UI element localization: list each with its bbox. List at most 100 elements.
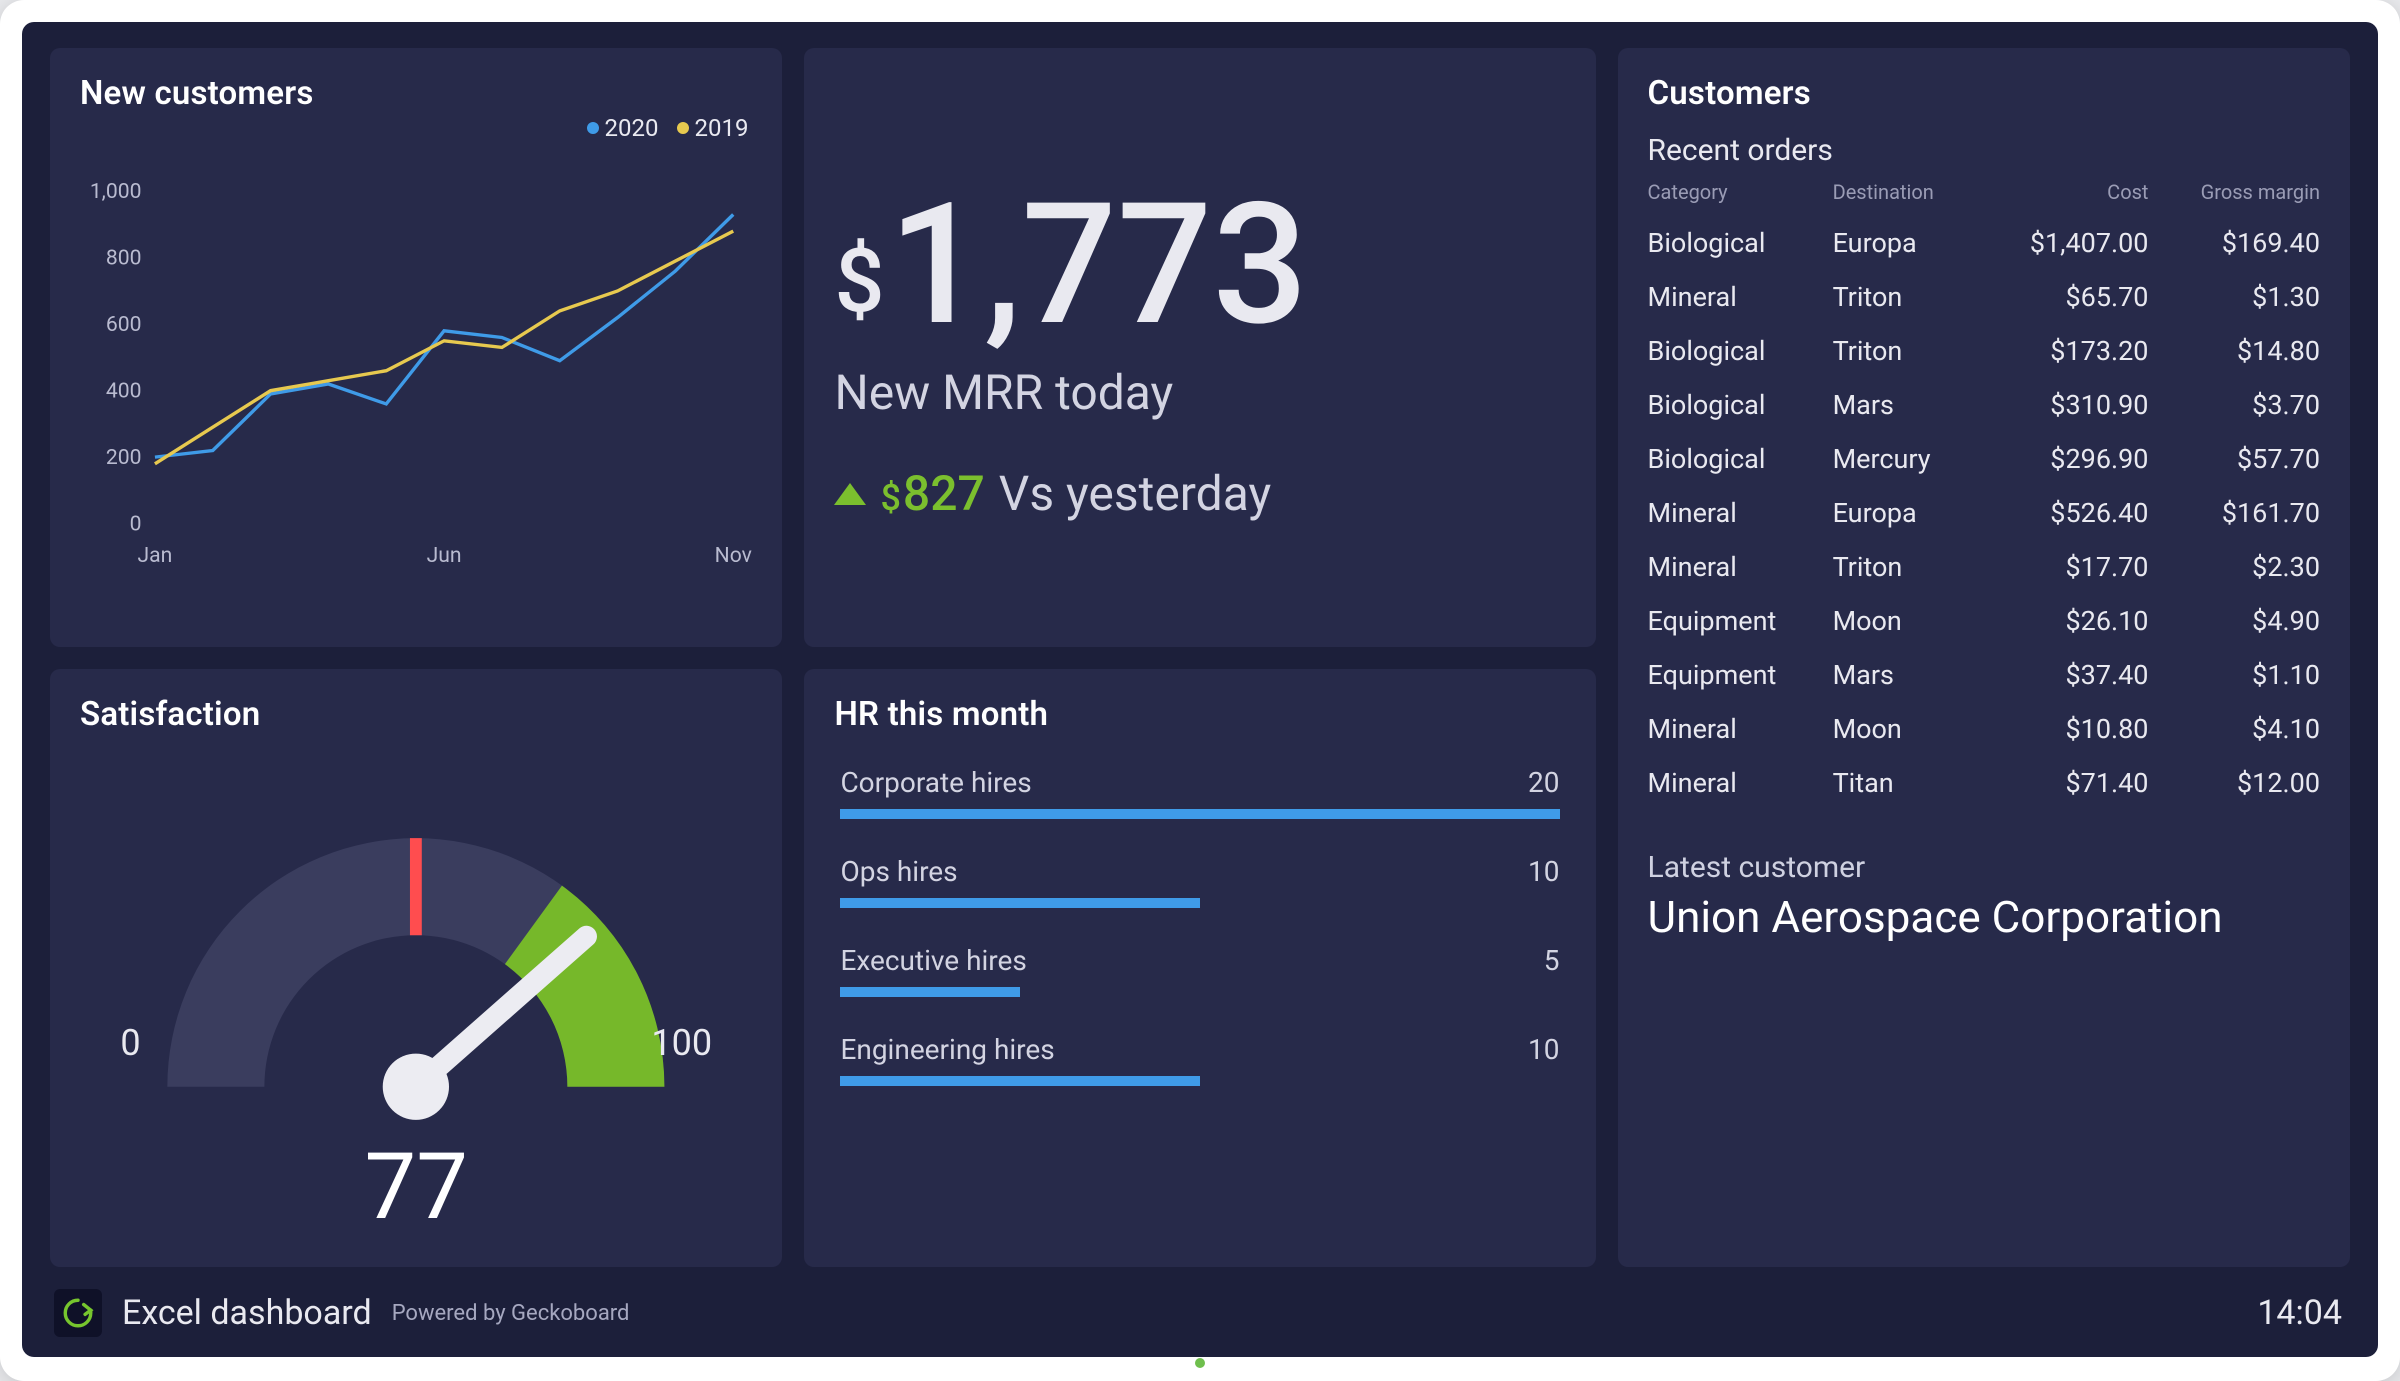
cell-cost: $310.90 bbox=[1978, 378, 2148, 432]
cell-category: Biological bbox=[1648, 432, 1833, 486]
hr-item: Corporate hires 20 bbox=[840, 766, 1559, 819]
table-row: Equipment Mars $37.40 $1.10 bbox=[1648, 648, 2320, 702]
hr-title: HR this month bbox=[834, 695, 1565, 734]
table-row: Mineral Triton $17.70 $2.30 bbox=[1648, 540, 2320, 594]
hr-item: Executive hires 5 bbox=[840, 944, 1559, 997]
svg-text:200: 200 bbox=[106, 445, 142, 470]
hr-item-value: 10 bbox=[1528, 1033, 1559, 1066]
col-category: Category bbox=[1648, 176, 1833, 216]
geckoboard-logo-icon bbox=[54, 1289, 102, 1337]
cell-category: Mineral bbox=[1648, 486, 1833, 540]
satisfaction-title: Satisfaction bbox=[80, 695, 752, 734]
cell-gross-margin: $169.40 bbox=[2148, 216, 2320, 270]
cell-category: Mineral bbox=[1648, 702, 1833, 756]
gauge-min: 0 bbox=[120, 1022, 140, 1064]
cell-category: Equipment bbox=[1648, 648, 1833, 702]
cell-cost: $26.10 bbox=[1978, 594, 2148, 648]
hr-item-label: Engineering hires bbox=[840, 1033, 1054, 1066]
customers-card: Customers Recent orders Category Destina… bbox=[1618, 48, 2350, 1267]
hr-item: Engineering hires 10 bbox=[840, 1033, 1559, 1086]
cell-destination: Triton bbox=[1833, 324, 1978, 378]
table-row: Biological Europa $1,407.00 $169.40 bbox=[1648, 216, 2320, 270]
customers-title: Customers bbox=[1648, 74, 2320, 113]
satisfaction-gauge bbox=[120, 779, 712, 1134]
cell-gross-margin: $3.70 bbox=[2148, 378, 2320, 432]
mrr-number: 1,773 bbox=[888, 186, 1308, 346]
new-customers-chart: 02004006008001,000JanJunNov bbox=[80, 127, 752, 621]
mrr-currency: $ bbox=[834, 240, 884, 324]
cell-gross-margin: $161.70 bbox=[2148, 486, 2320, 540]
up-triangle-icon bbox=[834, 483, 866, 505]
cell-category: Mineral bbox=[1648, 270, 1833, 324]
cell-gross-margin: $4.10 bbox=[2148, 702, 2320, 756]
new-customers-title: New customers bbox=[80, 74, 752, 113]
brand-title: Excel dashboard bbox=[122, 1293, 372, 1333]
clock: 14:04 bbox=[2257, 1293, 2342, 1333]
latest-customer-label: Latest customer bbox=[1648, 850, 2320, 885]
col-cost: Cost bbox=[1978, 176, 2148, 216]
col-gross-margin: Gross margin bbox=[2148, 176, 2320, 216]
mrr-value: $ 1,773 bbox=[834, 186, 1565, 346]
legend-2020: 2020 bbox=[605, 114, 659, 142]
cell-cost: $17.70 bbox=[1978, 540, 2148, 594]
cell-destination: Mars bbox=[1833, 378, 1978, 432]
cell-category: Biological bbox=[1648, 378, 1833, 432]
hr-item-label: Corporate hires bbox=[840, 766, 1031, 799]
recent-orders-heading: Recent orders bbox=[1648, 133, 2320, 168]
hr-item-value: 5 bbox=[1544, 944, 1560, 977]
cell-cost: $173.20 bbox=[1978, 324, 2148, 378]
mrr-label: New MRR today bbox=[834, 364, 1565, 421]
svg-text:0: 0 bbox=[130, 511, 142, 536]
cell-cost: $37.40 bbox=[1978, 648, 2148, 702]
hr-item-label: Ops hires bbox=[840, 855, 957, 888]
cell-destination: Mercury bbox=[1833, 432, 1978, 486]
hr-item-value: 20 bbox=[1528, 766, 1559, 799]
cell-destination: Triton bbox=[1833, 270, 1978, 324]
cell-gross-margin: $1.30 bbox=[2148, 270, 2320, 324]
gauge-max: 100 bbox=[651, 1022, 712, 1064]
cell-category: Biological bbox=[1648, 216, 1833, 270]
cell-gross-margin: $1.10 bbox=[2148, 648, 2320, 702]
hr-item: Ops hires 10 bbox=[840, 855, 1559, 908]
svg-text:Jun: Jun bbox=[427, 543, 462, 568]
svg-text:Nov: Nov bbox=[715, 543, 752, 568]
cell-cost: $1,407.00 bbox=[1978, 216, 2148, 270]
legend-2019: 2019 bbox=[695, 114, 749, 142]
mrr-delta: $827 Vs yesterday bbox=[834, 465, 1565, 522]
cell-cost: $71.40 bbox=[1978, 756, 2148, 810]
cell-destination: Moon bbox=[1833, 702, 1978, 756]
table-row: Biological Mars $310.90 $3.70 bbox=[1648, 378, 2320, 432]
cell-cost: $65.70 bbox=[1978, 270, 2148, 324]
table-row: Mineral Moon $10.80 $4.10 bbox=[1648, 702, 2320, 756]
gauge-value: 77 bbox=[80, 1134, 752, 1241]
hr-card: HR this month Corporate hires 20 Ops hir… bbox=[804, 669, 1595, 1268]
cell-destination: Titan bbox=[1833, 756, 1978, 810]
cell-gross-margin: $2.30 bbox=[2148, 540, 2320, 594]
table-row: Equipment Moon $26.10 $4.90 bbox=[1648, 594, 2320, 648]
footer: Excel dashboard Powered by Geckoboard 14… bbox=[50, 1287, 2350, 1337]
table-row: Biological Mercury $296.90 $57.70 bbox=[1648, 432, 2320, 486]
table-row: Mineral Titan $71.40 $12.00 bbox=[1648, 756, 2320, 810]
svg-text:Jan: Jan bbox=[138, 543, 173, 568]
latest-customer-name: Union Aerospace Corporation bbox=[1648, 891, 2320, 943]
hr-item-label: Executive hires bbox=[840, 944, 1026, 977]
cell-destination: Europa bbox=[1833, 486, 1978, 540]
svg-text:1,000: 1,000 bbox=[90, 179, 142, 204]
cell-destination: Triton bbox=[1833, 540, 1978, 594]
cell-category: Biological bbox=[1648, 324, 1833, 378]
power-led-icon bbox=[1195, 1358, 1205, 1368]
brand-subtitle: Powered by Geckoboard bbox=[392, 1301, 630, 1326]
mrr-delta-value: 827 bbox=[903, 465, 985, 522]
svg-text:400: 400 bbox=[106, 378, 142, 403]
new-customers-legend: 2020 2019 bbox=[587, 114, 749, 142]
cell-gross-margin: $12.00 bbox=[2148, 756, 2320, 810]
cell-cost: $526.40 bbox=[1978, 486, 2148, 540]
cell-category: Equipment bbox=[1648, 594, 1833, 648]
legend-dot-2019-icon bbox=[677, 122, 689, 134]
table-row: Mineral Europa $526.40 $161.70 bbox=[1648, 486, 2320, 540]
svg-text:800: 800 bbox=[106, 245, 142, 270]
cell-category: Mineral bbox=[1648, 756, 1833, 810]
satisfaction-card: Satisfaction 0 100 77 bbox=[50, 669, 782, 1268]
cell-destination: Mars bbox=[1833, 648, 1978, 702]
cell-gross-margin: $57.70 bbox=[2148, 432, 2320, 486]
